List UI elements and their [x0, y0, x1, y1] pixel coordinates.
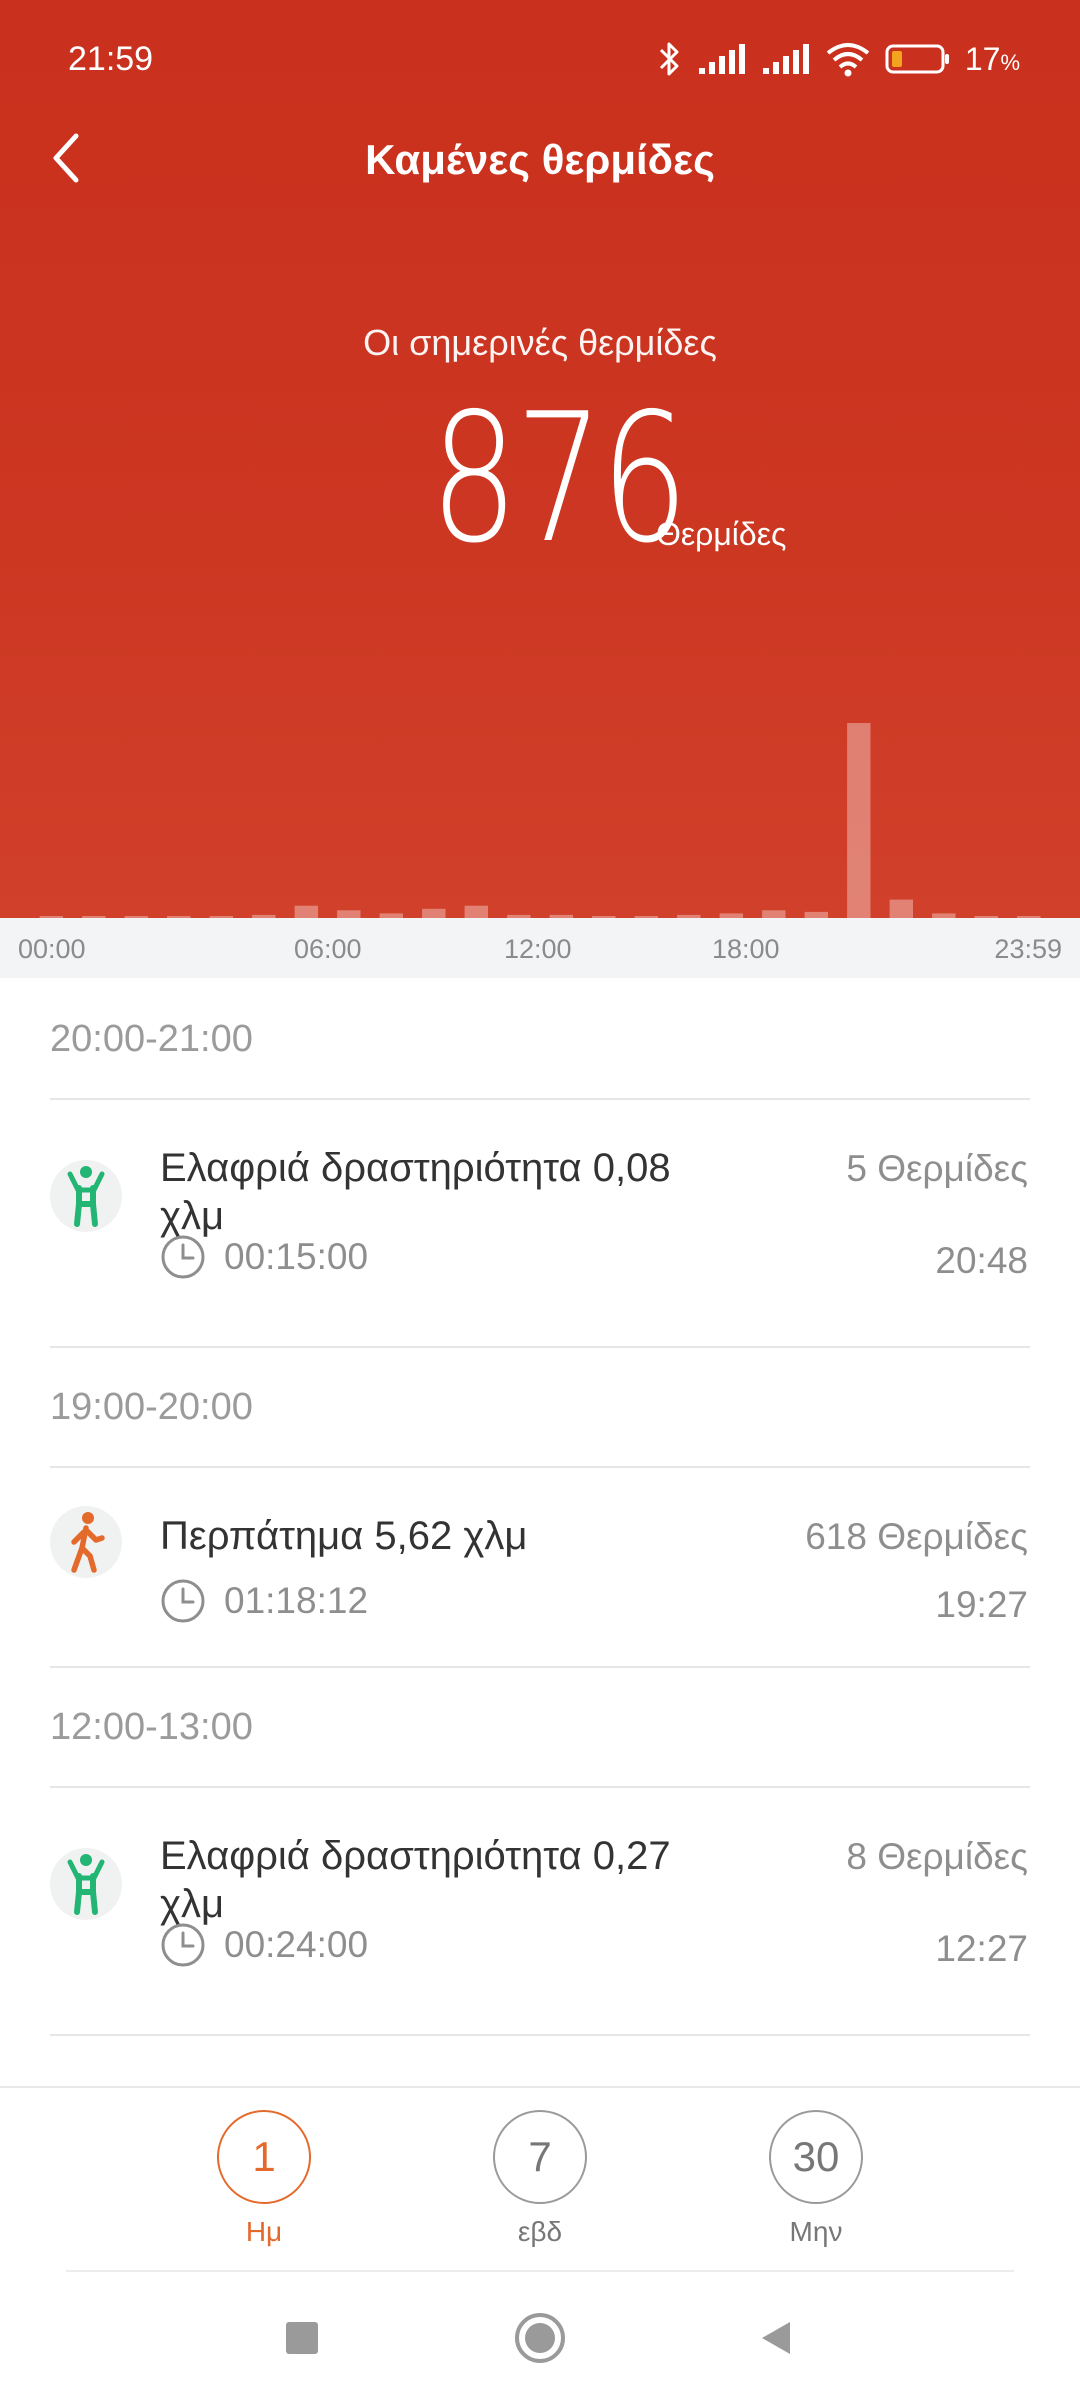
clock-icon — [161, 1235, 205, 1279]
light-activity-icon — [50, 1160, 122, 1232]
battery-icon — [885, 42, 951, 76]
walking-icon — [50, 1506, 122, 1578]
system-nav-bar — [0, 2278, 1080, 2400]
activity-duration: 00:15:00 — [160, 1234, 368, 1280]
hourly-calories-chart — [39, 723, 1041, 918]
tab-month[interactable]: 30 Μην — [746, 2110, 886, 2270]
activity-title: Ελαφριά δραστηριότητα 0,27 χλμ — [160, 1834, 671, 1926]
total-calories-value: 876 — [430, 375, 689, 582]
home-circle-icon — [515, 2313, 565, 2363]
chart-bar-17 — [762, 910, 786, 918]
section-header: 19:00-20:00 — [50, 1386, 253, 1428]
home-button[interactable] — [510, 2308, 570, 2368]
header: 21:59 17% Καμένες θερμίδες Οι σημερινές … — [0, 0, 1080, 918]
bluetooth-icon — [657, 39, 683, 79]
chart-bar-19 — [847, 723, 871, 918]
x-tick-label: 23:59 — [994, 934, 1062, 964]
tab-week[interactable]: 7 εβδ — [470, 2110, 610, 2270]
page-title: Καμένες θερμίδες — [365, 136, 715, 183]
divider — [50, 1666, 1030, 1668]
divider — [50, 1346, 1030, 1348]
chart-bar-09 — [422, 908, 446, 918]
battery-percent: 17% — [964, 40, 1020, 77]
total-calories-unit: Θερμίδες — [656, 516, 787, 552]
x-tick-label: 12:00 — [504, 934, 572, 964]
tab-month-label: Μην — [789, 2216, 843, 2247]
tab-day-value: 1 — [217, 2110, 311, 2204]
activity-calories: 8 Θερμίδες — [846, 1836, 1028, 1877]
divider — [50, 1786, 1030, 1788]
clock-icon — [161, 1923, 205, 1967]
activity-duration: 01:18:12 — [160, 1578, 368, 1624]
activity-time: 20:48 — [935, 1240, 1028, 1281]
tab-week-value: 7 — [493, 2110, 587, 2204]
status-icons: 17% — [657, 34, 1020, 84]
tab-month-value: 30 — [769, 2110, 863, 2204]
back-nav-button[interactable] — [746, 2308, 806, 2368]
divider — [66, 2270, 1014, 2272]
chart-bar-10 — [464, 905, 488, 918]
activity-calories: 618 Θερμίδες — [805, 1516, 1028, 1557]
triangle-back-icon — [762, 2322, 790, 2354]
activity-calories: 5 Θερμίδες — [846, 1148, 1028, 1189]
activity-time: 12:27 — [935, 1928, 1028, 1969]
tab-week-label: εβδ — [517, 2216, 563, 2247]
square-icon — [286, 2322, 318, 2354]
status-bar: 21:59 17% — [0, 0, 1080, 120]
activity-title: Περπάτημα 5,62 χλμ — [160, 1514, 528, 1558]
clock-icon — [161, 1579, 205, 1623]
tab-day[interactable]: 1 Ημ — [194, 2110, 334, 2270]
divider — [50, 1466, 1030, 1468]
section-header: 20:00-21:00 — [50, 1018, 253, 1060]
wifi-icon — [825, 41, 871, 77]
light-activity-icon — [50, 1848, 122, 1920]
bottom-bar: 1 Ημ 7 εβδ 30 Μην — [0, 2086, 1080, 2400]
activity-duration: 00:24:00 — [160, 1922, 368, 1968]
x-tick-label: 00:00 — [18, 934, 86, 964]
x-tick-label: 18:00 — [712, 934, 780, 964]
status-time: 21:59 — [68, 40, 154, 78]
chart-bar-07 — [337, 910, 361, 918]
chart-x-axis: 00:00 06:00 12:00 18:00 23:59 — [0, 918, 1080, 978]
signal-icon-1 — [697, 42, 747, 76]
section-header: 12:00-13:00 — [50, 1706, 253, 1748]
divider — [50, 1098, 1030, 1100]
chart-bar-20 — [889, 899, 913, 918]
activity-title: Ελαφριά δραστηριότητα 0,08 χλμ — [160, 1146, 671, 1238]
divider — [50, 2034, 1030, 2036]
activity-time: 19:27 — [935, 1584, 1028, 1625]
chart-bar-06 — [294, 905, 318, 918]
today-calories-label: Οι σημερινές θερμίδες — [363, 322, 717, 363]
recents-button[interactable] — [272, 2308, 332, 2368]
tab-day-label: Ημ — [245, 2216, 283, 2247]
x-tick-label: 06:00 — [294, 934, 362, 964]
signal-icon-2 — [761, 42, 811, 76]
